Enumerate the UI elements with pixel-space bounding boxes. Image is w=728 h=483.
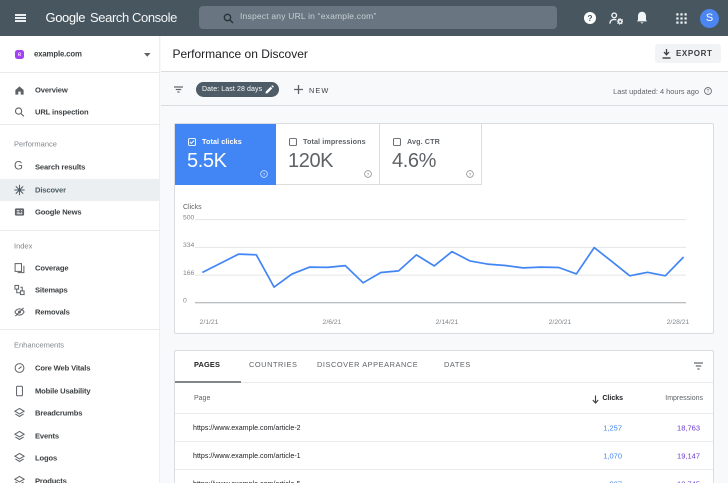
svg-text:?: ? <box>707 89 710 95</box>
svg-text:2/28/21: 2/28/21 <box>667 319 690 326</box>
svg-text:0: 0 <box>183 298 187 305</box>
svg-text:334: 334 <box>183 242 195 249</box>
svg-text:2/20/21: 2/20/21 <box>549 319 572 326</box>
svg-text:2/6/21: 2/6/21 <box>323 319 342 326</box>
svg-text:2/14/21: 2/14/21 <box>436 319 459 326</box>
svg-text:?: ? <box>587 13 592 23</box>
svg-text:Clicks: Clicks <box>183 204 202 211</box>
svg-text:166: 166 <box>183 270 195 277</box>
svg-text:500: 500 <box>183 214 195 221</box>
svg-text:2/1/21: 2/1/21 <box>200 319 219 326</box>
